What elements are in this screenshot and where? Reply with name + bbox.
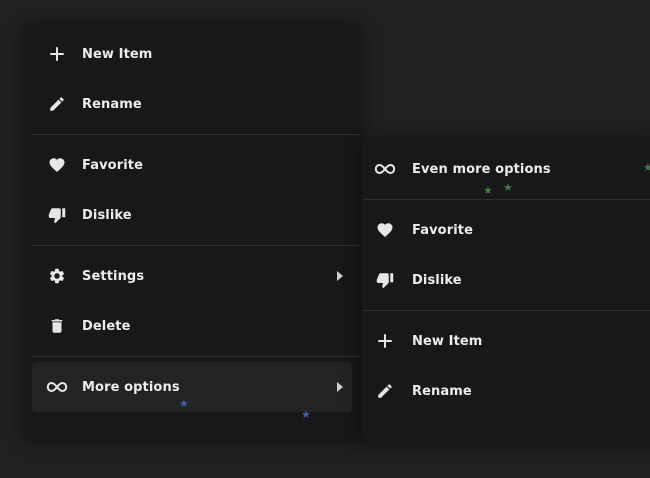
sparkle-star-icon: ★	[179, 397, 189, 410]
menu-item-label: Delete	[82, 318, 131, 334]
heart-icon	[374, 219, 396, 241]
sparkle-star-icon: ★	[643, 161, 650, 174]
trash-icon	[46, 315, 68, 337]
menu-item-rename[interactable]: Rename	[32, 79, 352, 129]
page: New Item Rename Favorite Dislike Setting…	[0, 0, 650, 478]
submenu-arrow-icon	[337, 382, 343, 392]
sparkle-star-icon: ★	[483, 184, 493, 197]
context-menu: New Item Rename Favorite Dislike Setting…	[23, 22, 361, 438]
pencil-icon	[46, 93, 68, 115]
infinity-icon	[46, 376, 68, 398]
menu-item-new-item[interactable]: New Item	[32, 29, 352, 79]
submenu-item-new-item[interactable]: New Item	[362, 316, 650, 366]
menu-divider	[32, 356, 361, 357]
submenu-item-label: Rename	[412, 383, 472, 399]
submenu-item-dislike[interactable]: Dislike	[362, 255, 650, 305]
pencil-icon	[374, 380, 396, 402]
menu-item-label: Rename	[82, 96, 142, 112]
menu-divider	[32, 245, 361, 246]
submenu-arrow-icon	[337, 271, 343, 281]
thumbs-down-icon	[374, 269, 396, 291]
plus-icon	[374, 330, 396, 352]
menu-item-label: More options	[82, 379, 180, 395]
submenu-item-favorite[interactable]: Favorite	[362, 205, 650, 255]
menu-item-favorite[interactable]: Favorite	[32, 140, 352, 190]
menu-item-settings[interactable]: Settings	[32, 251, 352, 301]
heart-icon	[46, 154, 68, 176]
submenu-item-label: Dislike	[412, 272, 462, 288]
submenu-item-label: New Item	[412, 333, 483, 349]
menu-item-label: Dislike	[82, 207, 132, 223]
plus-icon	[46, 43, 68, 65]
submenu-item-label: Even more options	[412, 161, 551, 177]
menu-item-label: Favorite	[82, 157, 143, 173]
sparkle-star-icon: ★	[301, 408, 311, 421]
sparkle-star-icon: ★	[503, 181, 513, 194]
infinity-icon	[374, 158, 396, 180]
menu-divider	[32, 134, 361, 135]
menu-divider	[362, 310, 650, 311]
gear-icon	[46, 265, 68, 287]
menu-divider	[362, 199, 650, 200]
submenu-item-label: Favorite	[412, 222, 473, 238]
menu-item-label: New Item	[82, 46, 153, 62]
menu-item-more-options[interactable]: More options	[32, 362, 352, 412]
menu-item-label: Settings	[82, 268, 145, 284]
thumbs-down-icon	[46, 204, 68, 226]
submenu-item-rename[interactable]: Rename	[362, 366, 650, 416]
menu-item-dislike[interactable]: Dislike	[32, 190, 352, 240]
menu-item-delete[interactable]: Delete	[32, 301, 352, 351]
